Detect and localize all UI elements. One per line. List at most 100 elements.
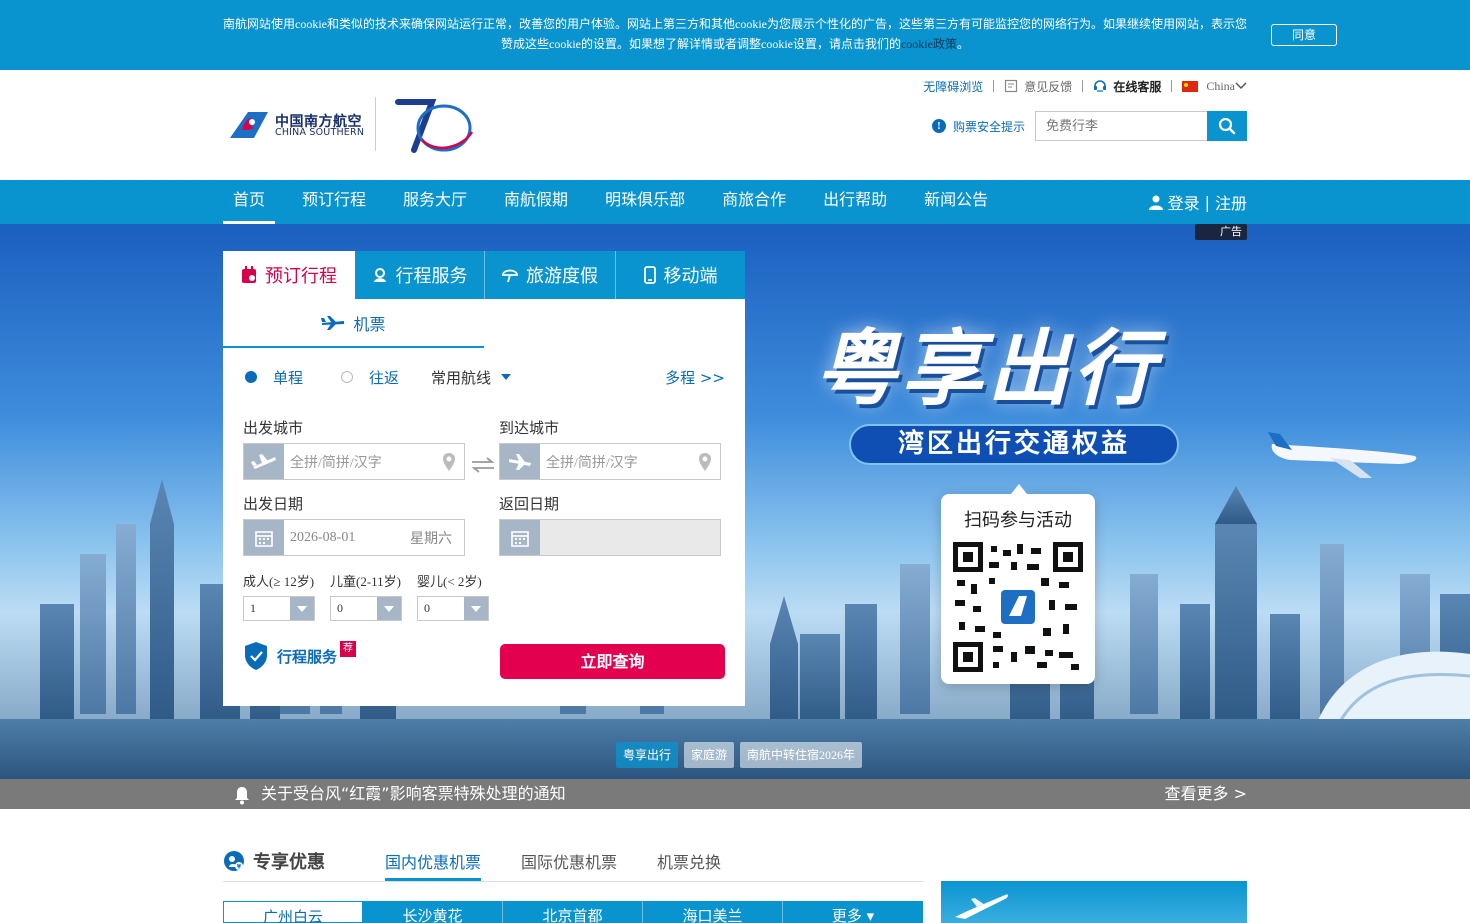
- calendar-icon: [500, 520, 540, 555]
- tab-international-deals[interactable]: 国际优惠机票: [521, 849, 617, 881]
- feedback-link[interactable]: 意见反馈: [1004, 78, 1072, 95]
- info-icon: !: [932, 119, 946, 133]
- chevron-down-icon: [464, 597, 488, 620]
- carousel-dot[interactable]: 粤享出行: [616, 742, 679, 768]
- accessibility-link[interactable]: 无障碍浏览: [923, 78, 983, 95]
- city-tab-changsha[interactable]: 长沙黄花: [363, 901, 503, 923]
- online-service-label: 在线客服: [1113, 79, 1162, 94]
- ad-badge: 广告: [1195, 224, 1247, 240]
- takeoff-icon: [244, 444, 284, 479]
- city-tab-guangzhou[interactable]: 广州白云: [223, 901, 363, 923]
- cookie-banner: 南航网站使用cookie和类似的技术来确保网站运行正常，改善您的用户体验。网站上…: [0, 0, 1470, 70]
- bell-icon: [235, 787, 249, 805]
- city-tab-haikou[interactable]: 海口美兰: [643, 901, 783, 923]
- promo-card[interactable]: [941, 881, 1247, 923]
- to-city-input[interactable]: 全拼/简拼/汉字: [499, 443, 721, 480]
- service-icon: [373, 268, 386, 282]
- tab-holidays[interactable]: 旅游度假: [485, 251, 616, 299]
- depart-weekday: 星期六: [410, 531, 452, 547]
- umbrella-icon: [502, 269, 518, 283]
- cookie-message: 南航网站使用cookie和类似的技术来确保网站运行正常，改善您的用户体验。网站上…: [223, 17, 1247, 51]
- child-select[interactable]: 0: [330, 596, 402, 621]
- trip-service-link[interactable]: 行程服务: [243, 641, 337, 671]
- recommend-badge: 荐: [340, 641, 356, 657]
- adult-label: 成人(≥ 12岁): [243, 574, 315, 589]
- tab-label: 移动端: [663, 266, 718, 287]
- tab-book-trip[interactable]: 预订行程: [223, 251, 355, 299]
- round-trip-label[interactable]: 往返: [369, 367, 399, 388]
- qr-title: 扫码参与活动: [964, 510, 1072, 531]
- booking-tabs: 预订行程 行程服务 旅游度假 移动端: [223, 251, 745, 299]
- logo-divider: [375, 97, 376, 151]
- nav-home[interactable]: 首页: [223, 180, 276, 224]
- view-more-link[interactable]: 查看更多 >: [1165, 783, 1248, 805]
- notice-link[interactable]: 关于受台风“红霞”影响客票特殊处理的通知: [261, 783, 566, 805]
- city-tab-beijing[interactable]: 北京首都: [503, 901, 643, 923]
- location-pin-icon: [699, 452, 711, 471]
- tab-trip-service[interactable]: 行程服务: [355, 251, 485, 299]
- tab-domestic-deals[interactable]: 国内优惠机票: [385, 849, 482, 881]
- search-button[interactable]: [1207, 111, 1247, 141]
- tab-label: 行程服务: [395, 266, 468, 287]
- nav-pearl-club[interactable]: 明珠俱乐部: [595, 180, 695, 224]
- round-trip-radio[interactable]: [341, 371, 354, 383]
- notice-bar: 关于受台风“红霞”影响客票特殊处理的通知 查看更多 >: [0, 779, 1470, 809]
- one-way-label[interactable]: 单程: [273, 367, 303, 388]
- adult-select[interactable]: 1: [243, 596, 315, 621]
- cookie-end: 。: [956, 37, 969, 51]
- site-search-input[interactable]: [1035, 111, 1207, 141]
- city-tab-more[interactable]: 更多 ▾: [783, 901, 923, 923]
- one-way-radio[interactable]: [245, 371, 257, 383]
- infant-select[interactable]: 0: [417, 596, 489, 621]
- search-flights-button[interactable]: 立即查询: [500, 644, 725, 679]
- nav-travel-help[interactable]: 出行帮助: [813, 180, 897, 224]
- nav-holidays[interactable]: 南航假期: [494, 180, 578, 224]
- tab-ticket-redemption[interactable]: 机票兑换: [657, 849, 721, 881]
- from-city-label: 出发城市: [243, 419, 304, 437]
- main-nav: 首页 预订行程 服务大厅 南航假期 明珠俱乐部 商旅合作 出行帮助 新闻公告 登…: [0, 180, 1470, 224]
- adult-count: 1: [250, 601, 256, 615]
- to-city-placeholder: 全拼/简拼/汉字: [546, 455, 638, 471]
- kapok-logo-icon: [230, 112, 268, 138]
- cookie-policy-link[interactable]: cookie政策: [901, 37, 957, 51]
- common-routes-dropdown[interactable]: 常用航线: [431, 367, 512, 388]
- china-southern-logo[interactable]: 中国南方航空 CHINA SOUTHERN: [228, 108, 364, 140]
- nav-business[interactable]: 商旅合作: [712, 180, 796, 224]
- nav-items: 首页 预订行程 服务大厅 南航假期 明珠俱乐部 商旅合作 出行帮助 新闻公告: [223, 180, 1015, 224]
- login-link[interactable]: 登录: [1168, 190, 1200, 214]
- caret-down-icon: [501, 374, 512, 380]
- chevron-down-icon: [1235, 82, 1247, 90]
- mobile-phone-icon: [643, 266, 656, 284]
- country-label: China: [1206, 78, 1235, 93]
- tab-mobile[interactable]: 移动端: [616, 251, 745, 299]
- return-date-input[interactable]: [499, 519, 721, 556]
- online-service-link[interactable]: 在线客服: [1093, 78, 1161, 95]
- multi-city-link[interactable]: 多程 >>: [665, 367, 725, 388]
- child-count: 0: [337, 601, 343, 615]
- from-city-input[interactable]: 全拼/简拼/汉字: [243, 443, 465, 480]
- cookie-accept-button[interactable]: 同意: [1271, 24, 1337, 46]
- swap-icon[interactable]: [470, 456, 496, 474]
- nav-service-hall[interactable]: 服务大厅: [393, 180, 477, 224]
- tab-flight-ticket[interactable]: 机票: [223, 299, 484, 348]
- carousel-dot[interactable]: 家庭游: [684, 742, 735, 768]
- tab-label: 旅游度假: [526, 266, 598, 287]
- airplane-icon: [1268, 432, 1417, 478]
- register-link[interactable]: 注册: [1215, 190, 1247, 214]
- headset-icon: [1094, 80, 1107, 92]
- calendar-icon: [244, 520, 284, 555]
- carousel-dot[interactable]: 南航中转住宿2026年: [740, 742, 863, 768]
- nav-booking[interactable]: 预订行程: [292, 180, 376, 224]
- depart-date-input[interactable]: 2026-08-01 星期六: [243, 519, 465, 556]
- search-icon: [1218, 117, 1236, 135]
- divider: [993, 80, 995, 92]
- divider: [1171, 80, 1173, 92]
- country-selector[interactable]: China: [1182, 79, 1247, 94]
- carousel-indicators: 粤享出行 家庭游 南航中转住宿2026年: [616, 742, 868, 768]
- landing-icon: [500, 444, 540, 479]
- nav-news[interactable]: 新闻公告: [914, 180, 998, 224]
- common-routes-label: 常用航线: [431, 368, 492, 387]
- safety-tip-link[interactable]: ! 购票安全提示: [932, 118, 1025, 134]
- user-icon: [1148, 195, 1163, 210]
- 70th-anniversary-logo: [395, 99, 474, 153]
